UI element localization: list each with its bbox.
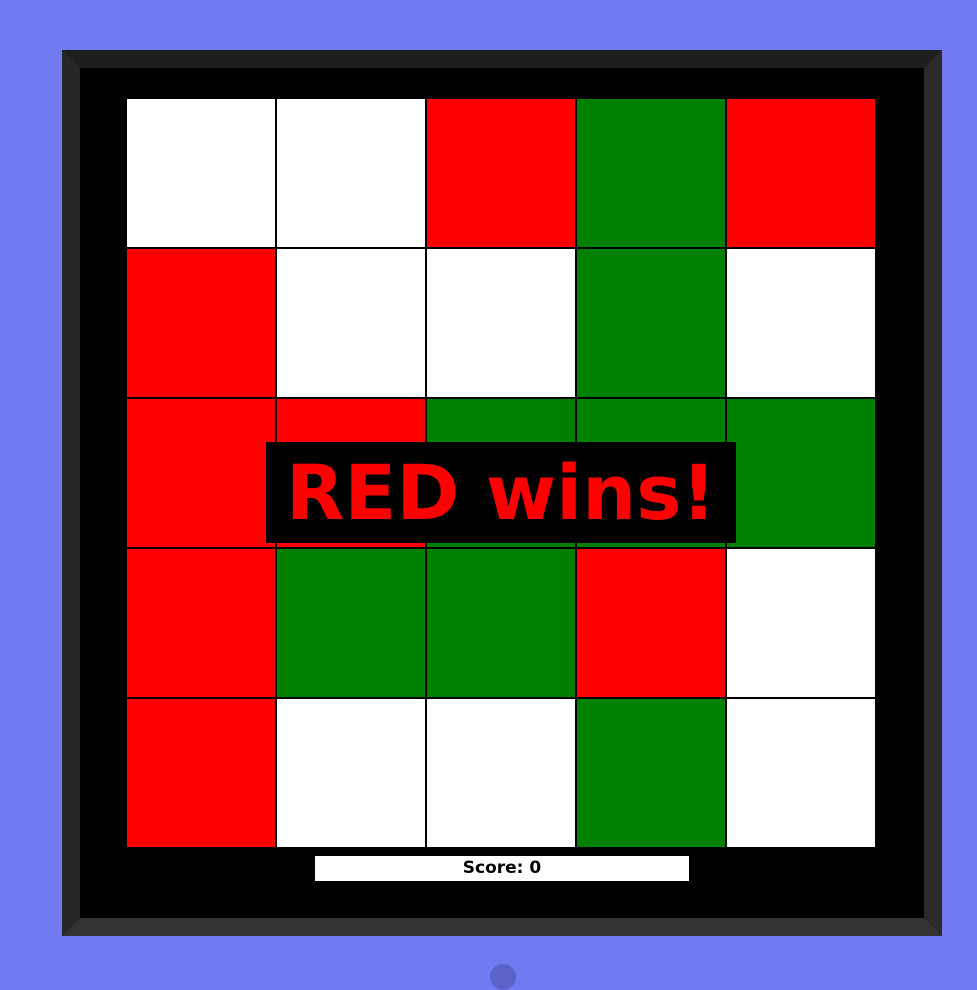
board-cell-4-2[interactable] bbox=[426, 698, 576, 848]
board-cell-0-4[interactable] bbox=[726, 98, 876, 248]
score-display: Score: 0 bbox=[315, 856, 689, 881]
board-cell-1-2[interactable] bbox=[426, 248, 576, 398]
board-cell-4-4[interactable] bbox=[726, 698, 876, 848]
board-cell-3-0[interactable] bbox=[126, 548, 276, 698]
board-cell-3-2[interactable] bbox=[426, 548, 576, 698]
board-cell-2-4[interactable] bbox=[726, 398, 876, 548]
win-message: RED wins! bbox=[266, 442, 736, 543]
board-cell-3-4[interactable] bbox=[726, 548, 876, 698]
board-cell-1-0[interactable] bbox=[126, 248, 276, 398]
board-cell-3-1[interactable] bbox=[276, 548, 426, 698]
board-cell-1-3[interactable] bbox=[576, 248, 726, 398]
board-cell-0-0[interactable] bbox=[126, 98, 276, 248]
board-cell-4-1[interactable] bbox=[276, 698, 426, 848]
board-cell-4-0[interactable] bbox=[126, 698, 276, 848]
scroll-handle bbox=[490, 964, 516, 990]
board-cell-0-1[interactable] bbox=[276, 98, 426, 248]
board-cell-1-4[interactable] bbox=[726, 248, 876, 398]
board-cell-2-0[interactable] bbox=[126, 398, 276, 548]
board-cell-1-1[interactable] bbox=[276, 248, 426, 398]
board-cell-0-2[interactable] bbox=[426, 98, 576, 248]
board-cell-0-3[interactable] bbox=[576, 98, 726, 248]
board-cell-4-3[interactable] bbox=[576, 698, 726, 848]
board-cell-3-3[interactable] bbox=[576, 548, 726, 698]
